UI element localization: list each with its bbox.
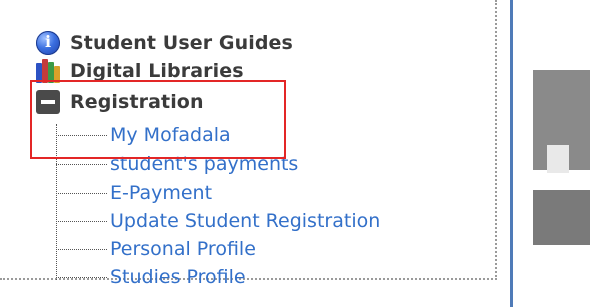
tree-branch <box>56 163 107 165</box>
tree-branch <box>56 192 107 194</box>
info-icon <box>36 31 60 55</box>
menu-item-label: Digital Libraries <box>70 60 244 82</box>
submenu-link[interactable]: Personal Profile <box>110 238 256 260</box>
preview-block <box>533 190 590 245</box>
tree-branch <box>56 220 107 222</box>
submenu-link[interactable]: E-Payment <box>110 182 212 204</box>
submenu-item-e-payment[interactable]: E-Payment <box>56 182 212 204</box>
submenu-item-studies-profile[interactable]: Studies Profile <box>56 266 246 288</box>
submenu-link[interactable]: Studies Profile <box>110 266 246 288</box>
menu-item-student-user-guides[interactable]: Student User Guides <box>36 30 293 56</box>
preview-shape <box>547 145 569 173</box>
tree-branch <box>56 276 107 278</box>
submenu-link[interactable]: Update Student Registration <box>110 210 380 232</box>
content-preview <box>513 0 590 307</box>
menu-item-label: Student User Guides <box>70 32 293 54</box>
highlight-box <box>30 80 286 159</box>
submenu-item-personal-profile[interactable]: Personal Profile <box>56 238 256 260</box>
tree-branch <box>56 248 107 250</box>
submenu-item-update-student-registration[interactable]: Update Student Registration <box>56 210 380 232</box>
